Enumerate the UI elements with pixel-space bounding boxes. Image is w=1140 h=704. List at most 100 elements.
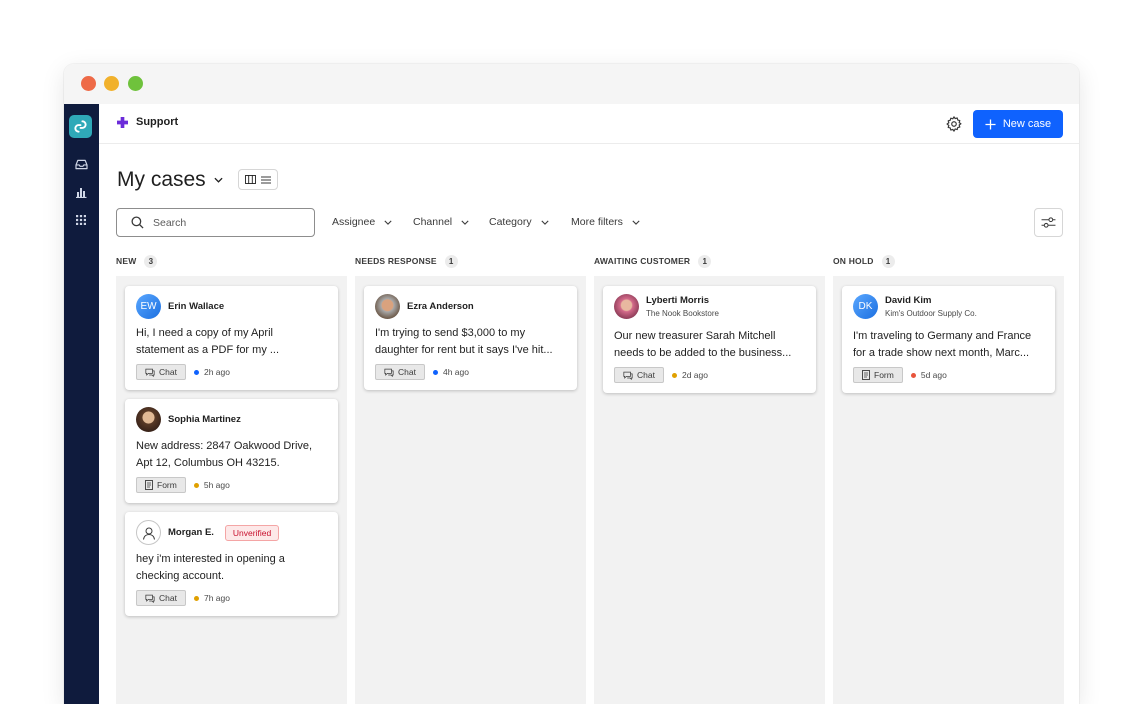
status-dot bbox=[193, 595, 199, 601]
company-name: The Nook Bookstore bbox=[646, 309, 719, 318]
column-needs-response: NEEDS RESPONSE 1 Ezra Anderson I'm tryin… bbox=[355, 254, 586, 704]
avatar: EW bbox=[136, 294, 161, 319]
filter-more[interactable]: More filters bbox=[571, 216, 640, 228]
customer-name: Sophia Martinez bbox=[168, 414, 241, 425]
chevron-down-icon bbox=[384, 220, 392, 225]
status-dot bbox=[432, 369, 438, 375]
main-content: Support New case My cases Assignee bbox=[99, 104, 1079, 704]
customer-name: Lyberti Morris bbox=[646, 295, 709, 306]
plus-icon bbox=[985, 118, 996, 130]
inbox-icon[interactable] bbox=[73, 156, 89, 172]
case-card[interactable]: Lyberti Morris The Nook Bookstore Our ne… bbox=[603, 286, 816, 393]
window-titlebar bbox=[64, 64, 1079, 104]
channel-chip: Chat bbox=[614, 367, 664, 383]
channel-chip: Form bbox=[853, 367, 903, 383]
user-placeholder-icon bbox=[136, 520, 161, 545]
search-input[interactable] bbox=[153, 216, 303, 229]
app-logo-icon[interactable] bbox=[69, 115, 92, 138]
board-view-icon[interactable] bbox=[244, 171, 256, 189]
filter-assignee[interactable]: Assignee bbox=[332, 216, 392, 228]
column-body: Ezra Anderson I'm trying to send $3,000 … bbox=[355, 276, 586, 704]
chat-icon bbox=[145, 368, 155, 377]
filter-category[interactable]: Category bbox=[489, 216, 549, 228]
sliders-icon bbox=[1041, 217, 1056, 228]
avatar bbox=[375, 294, 400, 319]
chevron-down-icon bbox=[541, 220, 549, 225]
status-dot bbox=[910, 372, 916, 378]
page-title[interactable]: My cases bbox=[117, 168, 223, 192]
column-header: ON HOLD 1 bbox=[833, 254, 1064, 268]
case-age: 2d ago bbox=[671, 370, 708, 380]
avatar bbox=[136, 407, 161, 432]
column-header: AWAITING CUSTOMER 1 bbox=[594, 254, 825, 268]
customer-name: Erin Wallace bbox=[168, 301, 225, 312]
case-age: 2h ago bbox=[193, 367, 230, 377]
chat-icon bbox=[145, 594, 155, 603]
case-card[interactable]: Ezra Anderson I'm trying to send $3,000 … bbox=[364, 286, 577, 390]
customer-name: Morgan E. bbox=[168, 527, 214, 538]
status-dot bbox=[193, 482, 199, 488]
reports-chart-icon[interactable] bbox=[73, 184, 89, 200]
list-view-icon[interactable] bbox=[261, 171, 272, 189]
column-awaiting-customer: AWAITING CUSTOMER 1 Lyberti Morris The N… bbox=[594, 254, 825, 704]
settings-gear-icon[interactable] bbox=[945, 115, 963, 133]
maximize-window-button[interactable] bbox=[128, 76, 143, 91]
filter-settings-button[interactable] bbox=[1034, 208, 1063, 237]
case-card[interactable]: DK David Kim Kim's Outdoor Supply Co. I'… bbox=[842, 286, 1055, 393]
column-count: 1 bbox=[698, 254, 712, 268]
form-icon bbox=[862, 370, 870, 380]
channel-chip: Chat bbox=[136, 590, 186, 606]
case-age: 7h ago bbox=[193, 593, 230, 603]
minimize-window-button[interactable] bbox=[104, 76, 119, 91]
filter-channel[interactable]: Channel bbox=[413, 216, 469, 228]
status-dot bbox=[671, 372, 677, 378]
chevron-down-icon bbox=[214, 177, 223, 183]
column-on-hold: ON HOLD 1 DK David Kim Kim's Outdoor Sup… bbox=[833, 254, 1064, 704]
column-header: NEEDS RESPONSE 1 bbox=[355, 254, 586, 268]
column-header: NEW 3 bbox=[116, 254, 347, 268]
close-window-button[interactable] bbox=[81, 76, 96, 91]
top-bar: Support New case bbox=[99, 104, 1079, 144]
case-card[interactable]: EW Erin Wallace Hi, I need a copy of my … bbox=[125, 286, 338, 390]
column-body: Lyberti Morris The Nook Bookstore Our ne… bbox=[594, 276, 825, 704]
chat-icon bbox=[623, 371, 633, 380]
new-case-label: New case bbox=[1002, 118, 1052, 130]
case-preview: I'm trying to send $3,000 to my daughter … bbox=[375, 327, 553, 356]
channel-chip: Chat bbox=[375, 364, 425, 380]
search-icon bbox=[131, 216, 144, 229]
customer-name: David Kim bbox=[885, 295, 932, 306]
chevron-down-icon bbox=[632, 220, 640, 225]
support-plus-icon bbox=[117, 116, 128, 128]
column-body: DK David Kim Kim's Outdoor Supply Co. I'… bbox=[833, 276, 1064, 704]
case-age: 5d ago bbox=[910, 370, 947, 380]
app-brand: Support bbox=[117, 116, 178, 128]
case-card[interactable]: Sophia Martinez New address: 2847 Oakwoo… bbox=[125, 399, 338, 503]
chevron-down-icon bbox=[461, 220, 469, 225]
column-body: EW Erin Wallace Hi, I need a copy of my … bbox=[116, 276, 347, 704]
column-count: 1 bbox=[881, 254, 895, 268]
case-preview: I'm traveling to Germany and France for a… bbox=[853, 330, 1032, 359]
chat-icon bbox=[384, 368, 394, 377]
avatar bbox=[614, 294, 639, 319]
view-toggle bbox=[238, 169, 278, 190]
customer-name: Ezra Anderson bbox=[407, 301, 474, 312]
unverified-badge: Unverified bbox=[224, 524, 280, 541]
search-box bbox=[116, 208, 315, 237]
status-dot bbox=[193, 369, 199, 375]
app-window: Support New case My cases Assignee bbox=[64, 64, 1079, 704]
apps-grid-icon[interactable] bbox=[73, 212, 89, 228]
column-new: NEW 3 EW Erin Wallace Hi, I need a copy … bbox=[116, 254, 347, 704]
channel-chip: Chat bbox=[136, 364, 186, 380]
case-age: 4h ago bbox=[432, 367, 469, 377]
case-card[interactable]: Morgan E. Unverified hey i'm interested … bbox=[125, 512, 338, 616]
case-preview: Hi, I need a copy of my April statement a… bbox=[136, 327, 280, 356]
new-case-button[interactable]: New case bbox=[973, 110, 1063, 138]
case-age: 5h ago bbox=[193, 480, 230, 490]
avatar: DK bbox=[853, 294, 878, 319]
company-name: Kim's Outdoor Supply Co. bbox=[885, 309, 977, 318]
app-name: Support bbox=[136, 116, 179, 128]
form-icon bbox=[145, 480, 153, 490]
case-preview: hey i'm interested in opening a checking … bbox=[136, 553, 285, 582]
case-preview: New address: 2847 Oakwood Drive, Apt 12, … bbox=[136, 440, 313, 469]
column-count: 3 bbox=[144, 254, 158, 268]
